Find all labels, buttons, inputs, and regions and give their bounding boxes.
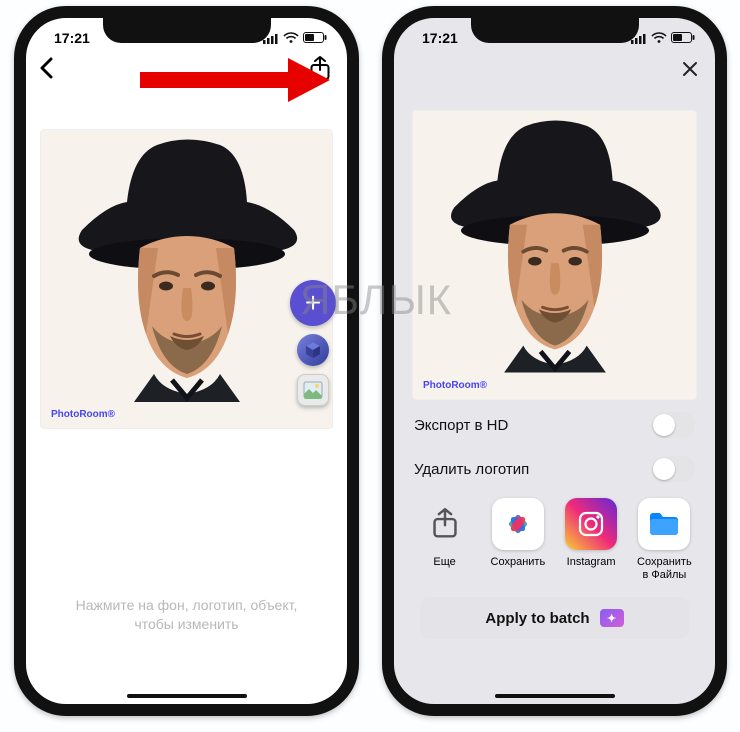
export-preview: PhotoRoom® <box>412 110 697 400</box>
editor-canvas[interactable]: PhotoRoom® + <box>40 129 333 429</box>
remove-logo-row[interactable]: Удалить логотип <box>394 450 715 494</box>
back-button[interactable] <box>38 57 56 86</box>
photoroom-watermark: PhotoRoom® <box>423 380 487 391</box>
phone-export-sheet: 17:21 <box>382 6 727 716</box>
subject-cutout[interactable] <box>62 130 312 402</box>
device-notch <box>471 17 639 43</box>
share-more-label: Еще <box>433 556 455 569</box>
apply-to-batch-button[interactable]: Apply to batch ✦ <box>420 597 689 639</box>
tutorial-comparison: { "status": { "time": "17:21" }, "left":… <box>0 0 740 732</box>
remove-logo-toggle[interactable] <box>651 456 695 482</box>
status-indicators <box>263 32 327 44</box>
status-time: 17:21 <box>422 30 458 46</box>
share-more[interactable]: Еще <box>410 498 480 581</box>
photoroom-watermark: PhotoRoom® <box>51 409 115 420</box>
callout-arrow <box>140 58 330 109</box>
editor-hint: Нажмите на фон, логотип, объект, чтобы и… <box>26 596 347 634</box>
battery-icon <box>671 32 695 44</box>
share-targets: Еще <box>394 494 715 581</box>
share-save-photos[interactable]: Сохранить <box>483 498 553 581</box>
background-button[interactable] <box>297 374 329 406</box>
hint-line-2: чтобы изменить <box>26 615 347 634</box>
pro-badge-icon: ✦ <box>600 609 624 627</box>
export-hd-label: Экспорт в HD <box>414 417 508 434</box>
export-hd-row[interactable]: Экспорт в HD <box>394 400 715 450</box>
device-notch <box>103 17 271 43</box>
share-save-files[interactable]: Сохранитьв Файлы <box>629 498 699 581</box>
home-indicator[interactable] <box>495 694 615 698</box>
share-save-label: Сохранить <box>491 556 546 569</box>
hint-line-1: Нажмите на фон, логотип, объект, <box>26 596 347 615</box>
export-hd-toggle[interactable] <box>651 412 695 438</box>
editor-screen: PhotoRoom® + Нажмите на фон, логотип, об… <box>26 52 347 704</box>
share-icon <box>419 498 471 550</box>
apply-to-batch-label: Apply to batch <box>485 610 589 627</box>
remove-logo-label: Удалить логотип <box>414 461 529 478</box>
status-indicators <box>631 32 695 44</box>
files-icon <box>638 498 690 550</box>
photos-icon <box>492 498 544 550</box>
site-watermark: ЯБЛЫК <box>300 276 452 324</box>
export-screen: PhotoRoom® Экспорт в HD Удалить логотип … <box>394 52 715 704</box>
phone-editor: 17:21 <box>14 6 359 716</box>
close-button[interactable] <box>681 60 699 84</box>
wifi-icon <box>651 32 667 44</box>
status-time: 17:21 <box>54 30 90 46</box>
instagram-icon <box>565 498 617 550</box>
share-instagram-label: Instagram <box>567 556 616 569</box>
wifi-icon <box>283 32 299 44</box>
subject-cutout <box>435 111 675 373</box>
share-files-label: Сохранитьв Файлы <box>637 556 692 581</box>
battery-icon <box>303 32 327 44</box>
share-instagram[interactable]: Instagram <box>556 498 626 581</box>
home-indicator[interactable] <box>127 694 247 698</box>
object-button[interactable] <box>297 334 329 366</box>
